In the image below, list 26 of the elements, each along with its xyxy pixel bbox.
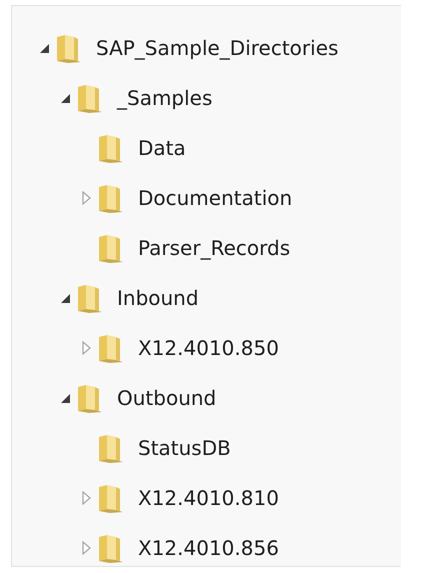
folder-label[interactable]: Parser_Records [138, 236, 290, 260]
expanded-arrow-icon[interactable] [60, 292, 70, 304]
expanded-arrow-icon[interactable] [60, 392, 70, 404]
folder-label[interactable]: Documentation [138, 186, 292, 210]
folder-icon [75, 383, 103, 413]
folder-label[interactable]: X12.4010.850 [138, 336, 279, 360]
folder-label[interactable]: X12.4010.810 [138, 486, 279, 510]
folder-icon [54, 33, 82, 63]
folder-icon [96, 183, 124, 213]
folder-icon [96, 133, 124, 163]
expanded-arrow-icon[interactable] [60, 92, 70, 104]
folder-icon [75, 283, 103, 313]
folder-icon [96, 533, 124, 563]
folder-label[interactable]: StatusDB [138, 436, 231, 460]
folder-label[interactable]: SAP_Sample_Directories [96, 36, 338, 60]
folder-label[interactable]: Inbound [117, 286, 199, 310]
folder-label[interactable]: _Samples [117, 86, 212, 110]
folder-label[interactable]: X12.4010.856 [138, 536, 279, 560]
folder-icon [96, 333, 124, 363]
expanded-arrow-icon[interactable] [38, 42, 50, 54]
folder-label[interactable]: Data [138, 136, 186, 160]
folder-label[interactable]: Outbound [117, 386, 216, 410]
folder-icon [96, 483, 124, 513]
folder-icon [75, 83, 103, 113]
folder-icon [96, 233, 124, 263]
folder-icon [96, 433, 124, 463]
